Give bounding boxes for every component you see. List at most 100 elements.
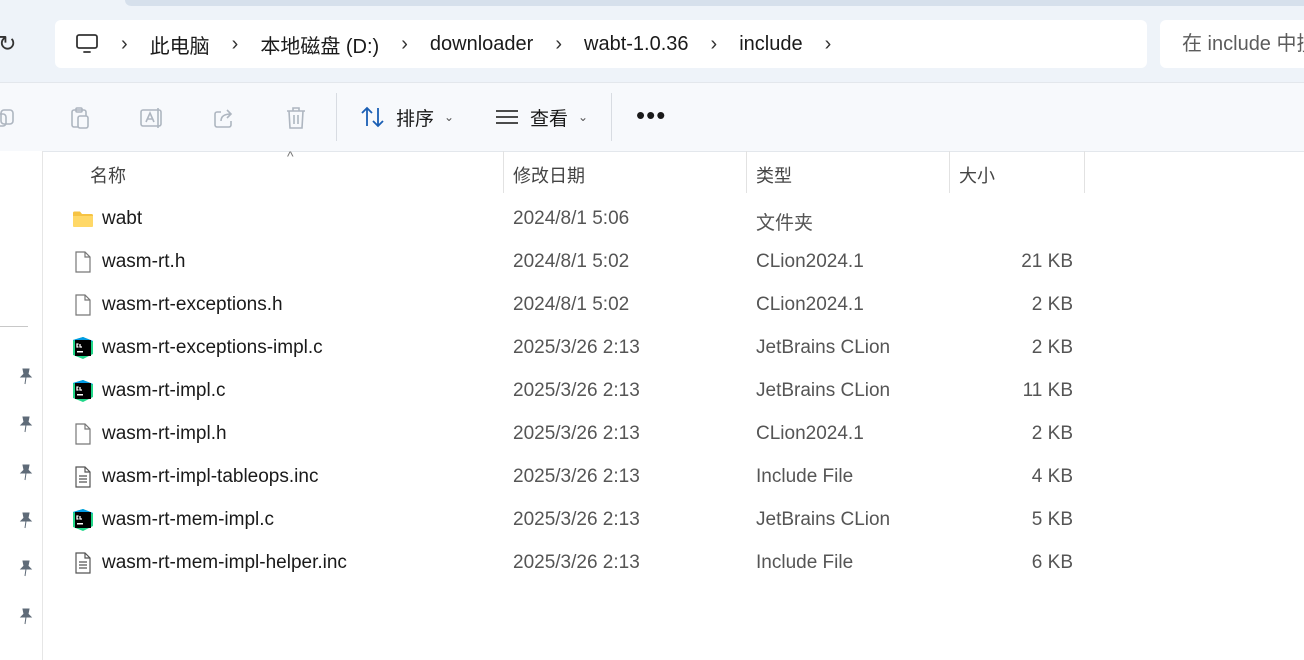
chevron-down-icon: ⌄ — [444, 110, 455, 124]
pin-icon[interactable] — [17, 463, 35, 481]
navigation-bar: ↻ › 此电脑 › 本地磁盘 (D:) › downloader › wabt-… — [0, 0, 1304, 82]
file-row[interactable]: wasm-rt-exceptions-impl.c 2025/3/26 2:13 J… — [43, 327, 1304, 370]
navigation-pane — [0, 151, 43, 660]
column-size[interactable]: 大小 — [959, 162, 995, 188]
file-row[interactable]: wasm-rt-impl-tableops.inc 2025/3/26 2:13 I… — [43, 456, 1304, 499]
column-divider[interactable] — [503, 151, 504, 193]
text-file-icon — [71, 465, 95, 489]
pin-icon[interactable] — [17, 559, 35, 577]
breadcrumb-local-disk[interactable]: 本地磁盘 (D:) — [260, 30, 379, 59]
file-size: 11 KB — [1022, 380, 1073, 401]
refresh-icon[interactable]: ↻ — [0, 30, 22, 58]
file-name: wasm-rt-mem-impl-helper.inc — [102, 552, 347, 573]
file-name: wasm-rt-exceptions.h — [102, 294, 283, 315]
view-icon — [496, 110, 518, 124]
toolbar-divider — [611, 93, 612, 141]
file-date: 2025/3/26 2:13 — [513, 509, 640, 530]
file-type: CLion2024.1 — [756, 251, 864, 272]
column-type[interactable]: 类型 — [756, 162, 792, 188]
sort-ascending-icon: ^ — [287, 148, 294, 164]
text-file-icon — [71, 551, 95, 575]
file-size: 2 KB — [1031, 294, 1073, 315]
pin-icon[interactable] — [17, 415, 35, 433]
computer-icon[interactable] — [75, 33, 99, 55]
breadcrumb-separator[interactable]: › — [825, 33, 832, 56]
breadcrumb-this-pc[interactable]: 此电脑 — [150, 30, 210, 59]
tab-strip — [125, 0, 1304, 6]
paste-icon[interactable] — [67, 105, 93, 131]
file-size: 2 KB — [1031, 337, 1073, 358]
breadcrumb-separator[interactable]: › — [401, 33, 408, 56]
file-row[interactable]: wasm-rt-impl.c 2025/3/26 2:13 JetBrains CL… — [43, 370, 1304, 413]
file-row[interactable]: wasm-rt-impl.h 2025/3/26 2:13 CLion2024.1 2… — [43, 413, 1304, 456]
file-type: JetBrains CLion — [756, 380, 891, 401]
file-icon — [71, 250, 95, 274]
nav-divider — [0, 326, 28, 327]
file-name: wabt — [102, 208, 143, 229]
search-input[interactable]: 在 include 中搜 — [1160, 20, 1304, 68]
file-row[interactable]: wasm-rt-exceptions.h 2024/8/1 5:02 CLion20… — [43, 284, 1304, 327]
breadcrumb-downloader[interactable]: downloader — [430, 33, 533, 56]
file-name: wasm-rt-impl-tableops.inc — [102, 466, 319, 487]
file-type: CLion2024.1 — [756, 294, 864, 315]
more-options-button[interactable]: ••• — [636, 102, 666, 128]
delete-icon[interactable] — [283, 105, 309, 131]
file-name: wasm-rt-exceptions-impl.c — [102, 337, 323, 358]
pin-icon[interactable] — [17, 607, 35, 625]
column-divider[interactable] — [949, 151, 950, 193]
file-row[interactable]: wabt 2024/8/1 5:06 文件夹 — [43, 198, 1304, 241]
pin-icon[interactable] — [17, 511, 35, 529]
clion-icon — [71, 508, 95, 532]
view-label: 查看 — [530, 108, 569, 130]
file-size: 2 KB — [1031, 423, 1073, 444]
file-name: wasm-rt-mem-impl.c — [102, 509, 275, 530]
file-row[interactable]: wasm-rt-mem-impl-helper.inc 2025/3/26 2:1… — [43, 542, 1304, 585]
file-date: 2024/8/1 5:06 — [513, 208, 630, 229]
column-name[interactable]: 名称 — [90, 162, 126, 188]
file-type: Include File — [756, 552, 854, 573]
breadcrumb-separator[interactable]: › — [555, 33, 562, 56]
file-icon — [71, 293, 95, 317]
view-button[interactable]: 查看 ⌄ — [494, 101, 588, 133]
file-type: JetBrains CLion — [756, 337, 891, 358]
file-row[interactable]: wasm-rt-mem-impl.c 2025/3/26 2:13 JetBrain… — [43, 499, 1304, 542]
sort-label: 排序 — [396, 108, 435, 130]
file-icon — [71, 422, 95, 446]
column-divider[interactable] — [746, 151, 747, 193]
file-name: wasm-rt-impl.h — [102, 423, 227, 444]
file-size: 4 KB — [1031, 466, 1073, 487]
file-type: Include File — [756, 466, 854, 487]
breadcrumb-separator[interactable]: › — [711, 33, 718, 56]
folder-icon — [71, 207, 95, 231]
clion-icon — [71, 379, 95, 403]
file-type: 文件夹 — [756, 213, 814, 234]
breadcrumb-wabt[interactable]: wabt-1.0.36 — [584, 33, 689, 56]
toolbar-divider — [336, 93, 337, 141]
breadcrumb-separator[interactable]: › — [121, 33, 128, 56]
file-date: 2024/8/1 5:02 — [513, 251, 630, 272]
file-date: 2024/8/1 5:02 — [513, 294, 630, 315]
file-date: 2025/3/26 2:13 — [513, 380, 640, 401]
pin-icon[interactable] — [17, 367, 35, 385]
file-name: wasm-rt-impl.c — [102, 380, 226, 401]
share-icon[interactable] — [211, 105, 237, 131]
breadcrumb-separator[interactable]: › — [232, 33, 239, 56]
file-row[interactable]: wasm-rt.h 2024/8/1 5:02 CLion2024.1 21 KB — [43, 241, 1304, 284]
chevron-down-icon: ⌄ — [578, 110, 589, 124]
address-bar[interactable]: › 此电脑 › 本地磁盘 (D:) › downloader › wabt-1.… — [55, 20, 1147, 68]
file-name: wasm-rt.h — [102, 251, 186, 272]
file-date: 2025/3/26 2:13 — [513, 552, 640, 573]
file-size: 5 KB — [1031, 509, 1073, 530]
copy-icon[interactable] — [0, 105, 18, 131]
file-date: 2025/3/26 2:13 — [513, 423, 640, 444]
rename-icon[interactable] — [139, 105, 165, 131]
breadcrumb-include[interactable]: include — [739, 33, 802, 56]
file-date: 2025/3/26 2:13 — [513, 466, 640, 487]
file-date: 2025/3/26 2:13 — [513, 337, 640, 358]
sort-button[interactable]: 排序 ⌄ — [360, 101, 454, 133]
file-type: JetBrains CLion — [756, 509, 891, 530]
column-date[interactable]: 修改日期 — [513, 162, 585, 188]
sort-icon — [361, 106, 384, 128]
command-toolbar: 排序 ⌄ 查看 ⌄ ••• — [0, 82, 1304, 152]
column-divider[interactable] — [1084, 151, 1085, 193]
